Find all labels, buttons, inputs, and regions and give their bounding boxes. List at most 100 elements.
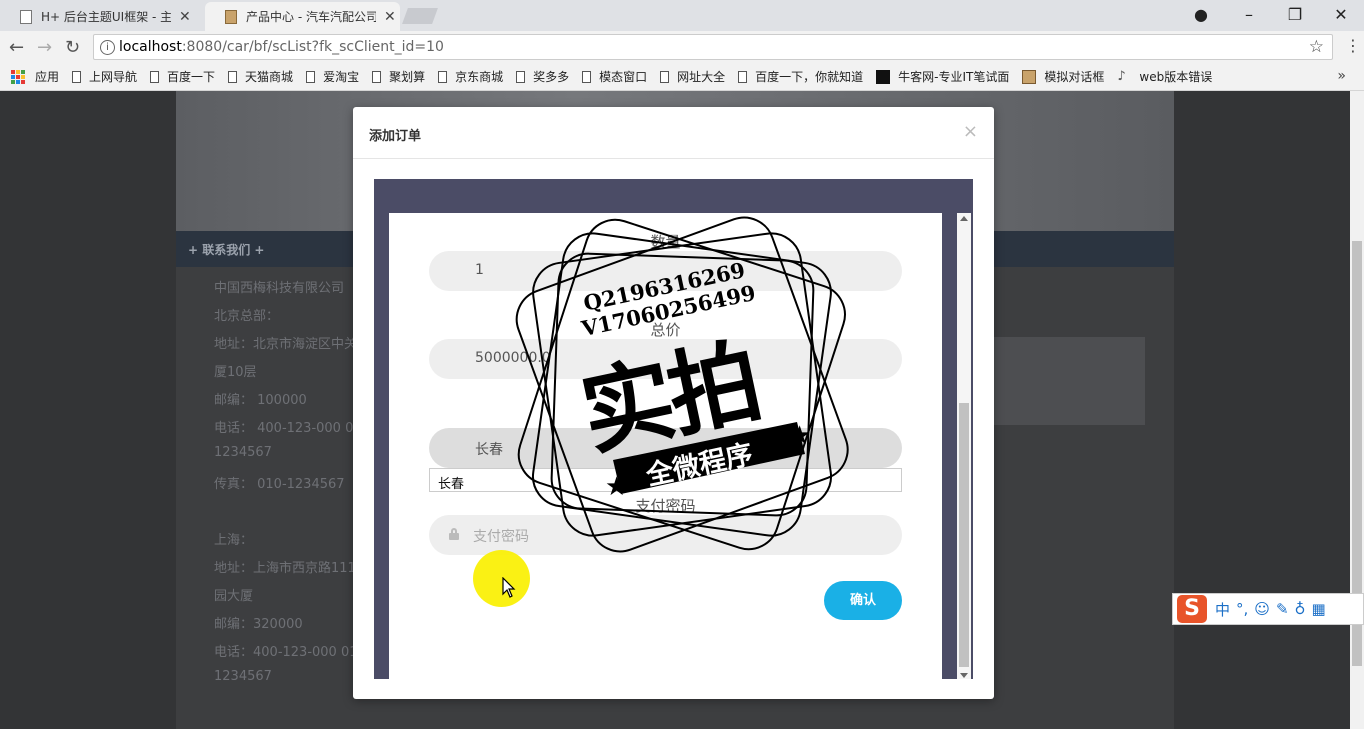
star-icon[interactable]: ☆ xyxy=(1309,37,1324,57)
bookmark-item[interactable]: 奖多多 xyxy=(516,68,569,85)
bookmark-item[interactable]: 百度一下 xyxy=(150,68,215,85)
bookmark-item[interactable]: 爱淘宝 xyxy=(306,68,359,85)
page-icon xyxy=(438,70,448,83)
mouse-cursor-icon xyxy=(502,577,516,598)
microphone-icon[interactable]: ♁ xyxy=(1295,600,1306,618)
minimize-icon[interactable]: – xyxy=(1234,5,1264,24)
bookmark-label: 应用 xyxy=(35,70,60,84)
chevron-right-icon[interactable]: » xyxy=(1337,68,1346,84)
side-panel xyxy=(970,337,1145,425)
contact-line: 电话： 400-123-000 01 xyxy=(214,421,362,436)
modal-title: 添加订单 xyxy=(369,129,422,144)
grid-icon[interactable]: ▦ xyxy=(1312,600,1326,618)
bookmark-item[interactable]: 模拟对话框 xyxy=(1022,68,1104,85)
bookmark-item[interactable]: 天猫商城 xyxy=(228,68,293,85)
bookmark-label: 模态窗口 xyxy=(599,70,648,84)
menu-icon[interactable]: ⋮ xyxy=(1345,36,1361,55)
confirm-button[interactable]: 确认 xyxy=(824,581,902,620)
page-icon xyxy=(228,70,238,83)
bookmark-item[interactable]: 网址大全 xyxy=(660,68,725,85)
total-price-value: 5000000.0 xyxy=(475,350,551,366)
browser-tab-active[interactable]: 产品中心 - 汽车汽配公司 ✕ xyxy=(205,2,400,31)
bookmark-item[interactable]: 上网导航 xyxy=(72,68,137,85)
contact-line: 地址：北京市海淀区中关 xyxy=(214,337,358,352)
bookmark-item[interactable]: 百度一下，你就知道 xyxy=(738,68,863,85)
page-icon xyxy=(372,70,382,83)
browser-tabstrip: H+ 后台主题UI框架 - 主 ✕ 产品中心 - 汽车汽配公司 ✕ ● – ❐ … xyxy=(0,0,1364,31)
total-price-input[interactable]: 5000000.0 xyxy=(429,339,902,379)
forward-icon[interactable]: → xyxy=(37,37,52,58)
new-tab-button[interactable] xyxy=(402,8,438,24)
bookmark-label: 牛客网-专业IT笔试面 xyxy=(898,70,1010,84)
browser-toolbar: ← → ↻ i localhost:8080/car/bf/scList?fk_… xyxy=(0,31,1364,63)
bookmark-item[interactable]: 聚划算 xyxy=(372,68,425,85)
contact-line: 中国西梅科技有限公司 xyxy=(214,281,345,296)
bookmarks-bar: 应用 上网导航 百度一下 天猫商城 爱淘宝 聚划算 京东商城 奖多多 模态窗口 … xyxy=(0,63,1364,91)
back-icon[interactable]: ← xyxy=(9,37,24,58)
bookmark-item[interactable]: 模态窗口 xyxy=(582,68,647,85)
contact-line: 电话：400-123-000 01 xyxy=(214,645,358,660)
quantity-label: 数量 xyxy=(650,233,681,251)
bookmark-label: 爱淘宝 xyxy=(323,70,360,84)
bookmark-label: 聚划算 xyxy=(389,70,426,84)
password-label: 支付密码 xyxy=(635,497,696,515)
password-placeholder: 支付密码 xyxy=(473,529,529,545)
scroll-thumb[interactable] xyxy=(959,403,969,667)
scroll-down-icon[interactable] xyxy=(960,673,968,678)
browser-tab[interactable]: H+ 后台主题UI框架 - 主 ✕ xyxy=(0,2,200,31)
leaf-icon: ♪ xyxy=(1117,68,1126,84)
modal-header: 添加订单 × xyxy=(353,107,994,159)
url-host: localhost xyxy=(119,39,182,55)
page-icon xyxy=(306,70,316,83)
quantity-input[interactable]: 1 xyxy=(429,251,902,291)
bookmark-label: 模拟对话框 xyxy=(1044,70,1105,84)
tab-title: H+ 后台主题UI框架 - 主 xyxy=(41,10,171,24)
city-field-value: 长春 xyxy=(438,477,465,492)
contact-line: 邮编： 100000 xyxy=(214,393,307,408)
city-field[interactable]: 长春 xyxy=(429,468,902,492)
bookmark-label: 天猫商城 xyxy=(245,70,294,84)
form-scrollbar[interactable] xyxy=(957,213,971,679)
contact-title: + 联系我们 + xyxy=(188,243,265,257)
bookmark-item[interactable]: 京东商城 xyxy=(438,68,503,85)
ime-toolbar[interactable]: S 中 °, ☺ ✎ ♁ ▦ xyxy=(1172,593,1364,625)
bookmark-item[interactable]: 牛客网-专业IT笔试面 xyxy=(876,68,1009,85)
tab-title: 产品中心 - 汽车汽配公司 xyxy=(246,10,376,24)
page-icon xyxy=(72,70,82,83)
sogou-logo-icon[interactable]: S xyxy=(1177,595,1207,623)
page-icon xyxy=(582,70,592,83)
page-icon xyxy=(660,70,670,83)
bookmark-label: web版本错误 xyxy=(1139,70,1213,84)
page-scrollbar[interactable] xyxy=(1350,91,1364,729)
bookmark-apps[interactable]: 应用 xyxy=(35,68,59,85)
close-icon[interactable]: × xyxy=(963,121,978,142)
site-icon xyxy=(225,9,237,24)
contact-line: 上海： xyxy=(214,533,254,548)
bookmark-label: 上网导航 xyxy=(89,70,138,84)
password-input[interactable]: 支付密码 xyxy=(429,515,902,555)
bookmark-item[interactable]: ♪ web版本错误 xyxy=(1117,68,1212,85)
city-select[interactable]: 长春 xyxy=(429,428,902,468)
contact-line: 北京总部： xyxy=(214,309,280,324)
page-icon xyxy=(516,70,526,83)
reload-icon[interactable]: ↻ xyxy=(65,37,80,58)
restore-icon[interactable]: ❐ xyxy=(1280,5,1310,24)
pen-icon[interactable]: ✎ xyxy=(1276,600,1289,618)
apps-icon[interactable] xyxy=(11,69,25,84)
scroll-up-icon[interactable] xyxy=(960,216,968,221)
address-bar[interactable]: i localhost:8080/car/bf/scList?fk_scClie… xyxy=(93,34,1333,60)
nowcoder-icon xyxy=(876,69,891,84)
close-window-icon[interactable]: ✕ xyxy=(1326,5,1356,24)
ime-lang-toggle[interactable]: 中 xyxy=(1215,599,1230,620)
emoji-icon[interactable]: ☺ xyxy=(1254,600,1270,618)
contact-line: 邮编：320000 xyxy=(214,617,303,632)
info-icon[interactable]: i xyxy=(100,40,115,55)
close-icon[interactable]: ✕ xyxy=(384,9,396,25)
ime-punct-toggle[interactable]: °, xyxy=(1236,600,1248,618)
account-icon[interactable]: ● xyxy=(1186,5,1216,24)
close-icon[interactable]: ✕ xyxy=(179,9,191,25)
page-icon xyxy=(20,9,32,24)
total-label: 总价 xyxy=(650,321,681,339)
url-text[interactable]: localhost:8080/car/bf/scList?fk_scClient… xyxy=(119,39,444,55)
contact-line: 地址：上海市西京路111 xyxy=(214,561,356,576)
